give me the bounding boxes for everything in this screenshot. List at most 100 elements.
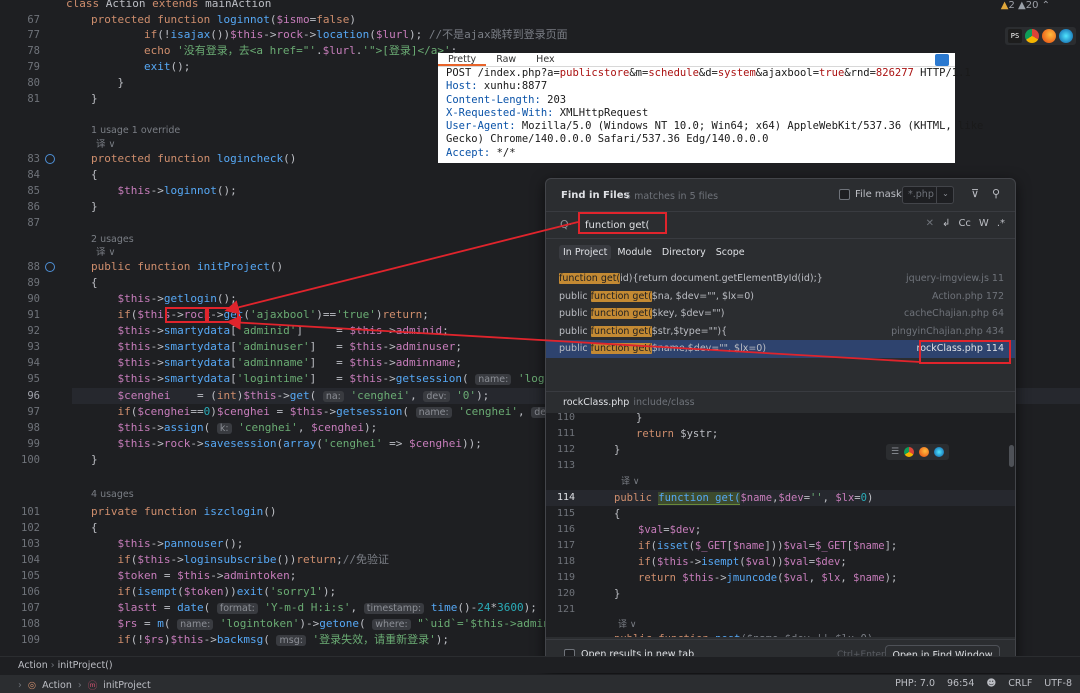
breadcrumb-class[interactable]: Action [18,660,48,671]
result-file-location[interactable]: jquery-imgview.js 11 [906,270,1004,288]
line-number: 109 [21,634,40,646]
line-number: 83 [27,153,40,165]
search-result-row[interactable]: public function get($na, $dev="", $lx=0)… [546,288,1015,306]
tab-hex[interactable]: Hex [526,53,564,66]
scope-tabs: In Project Module Directory Scope [559,245,749,260]
request-line: POST /index.php?a=publicstore&m=schedule… [446,67,971,79]
pin-icon[interactable]: ⚲ [992,187,1000,200]
usage-hint[interactable]: 1 usage 1 override [91,124,180,138]
preview-usage-hint: 译 ∨ [621,477,640,487]
result-file-location[interactable]: cacheChajian.php 64 [904,305,1004,323]
chevron-down-icon[interactable]: ⌄ [936,186,954,204]
usage-hint[interactable]: 2 usages [91,233,134,247]
reader-mode-icon[interactable]: ☰ [891,447,899,457]
code-line[interactable]: public function initProject() [91,259,283,275]
file-mask-toggle[interactable]: File mask: [839,189,905,200]
encoding-indicator[interactable]: UTF-8 [1044,678,1072,689]
line-number: 85 [27,185,40,197]
override-marker-icon[interactable] [45,262,55,272]
code-line[interactable]: $lastt = date( format: 'Y-m-d H:i:s', ti… [91,600,537,616]
search-result-row[interactable]: function get(id){return document.getElem… [546,270,1015,288]
code-line[interactable]: } [91,199,98,215]
tab-raw[interactable]: Raw [486,53,526,66]
code-preview[interactable]: 110} 111 return $ystr; 112} 113 译 ∨ 114 pu… [546,413,1015,637]
code-line[interactable]: $this->getlogin(); [91,291,237,307]
ide-window: class Action extends mainAction 67 protec… [0,0,1080,693]
github-icon[interactable]: ☻ [986,678,996,689]
clear-icon[interactable]: ✕ [926,218,934,229]
whole-word-toggle[interactable]: W [979,218,989,229]
preview-scrollbar[interactable] [1009,445,1014,467]
line-number: 100 [21,454,40,466]
code-line[interactable]: $cenghei = (int)$this->get( na: 'cenghei… [91,388,489,404]
search-result-row[interactable]: public function get($str,$type=""){pingy… [546,323,1015,341]
code-line[interactable]: $this->smartydata['adminname'] = $this->… [91,355,462,371]
code-line[interactable]: $this->smartydata['adminid'] = $this->ad… [91,323,449,339]
search-icon[interactable]: Q· [560,218,572,231]
code-line[interactable]: { [91,520,98,536]
usage-hint[interactable]: 4 usages [91,488,134,502]
code-line[interactable]: protected function logincheck() [91,151,296,167]
tab-scope[interactable]: Scope [712,245,749,260]
code-line[interactable]: if(isempt($token))exit('sorry1'); [91,584,337,600]
code-line[interactable]: protected function loginnot($ismo=false) [91,12,356,28]
code-line[interactable]: { [91,275,98,291]
code-line[interactable]: $rs = m( name: 'logintoken')->getone( wh… [91,616,616,632]
code-line[interactable]: exit(); [91,59,190,75]
code-line[interactable]: if(!isajax())$this->rock->location($lurl… [91,27,568,43]
eol-indicator[interactable]: CRLF [1008,678,1032,689]
breadcrumb: Action › initProject() [0,656,1080,673]
filter-icon[interactable]: ⊽ [971,187,979,200]
code-line[interactable]: if($this->rock->get('ajaxbool')=='true')… [91,307,429,323]
result-file-location[interactable]: pingyinChajian.php 434 [891,323,1004,341]
tab-module[interactable]: Module [613,245,656,260]
code-line[interactable]: } [91,452,98,468]
line-number: 97 [27,406,40,418]
regex-toggle[interactable]: .* [997,218,1005,229]
firefox-icon[interactable] [1042,29,1056,43]
code-line[interactable]: private function iszclogin() [91,504,276,520]
breadcrumb-method[interactable]: initProject() [58,660,113,671]
status-method[interactable]: initProject [103,680,151,691]
request-line: User-Agent: Mozilla/5.0 (Windows NT 10.0… [446,120,984,133]
code-line[interactable]: $this->loginnot(); [91,183,237,199]
edge-icon[interactable] [934,447,945,457]
usage-hint[interactable]: 译 ∨ [96,246,115,260]
result-file-location[interactable]: Action.php 172 [932,288,1004,306]
match-case-toggle[interactable]: Cc [958,218,970,229]
line-number: 101 [21,506,40,518]
code-line[interactable]: $this->pannouser(); [91,536,244,552]
line-number: 103 [21,538,40,550]
php-version[interactable]: PHP: 7.0 [895,678,935,689]
edge-icon[interactable] [1059,29,1073,43]
search-result-row[interactable]: public function get($key, $dev="") cacheC… [546,305,1015,323]
tab-pretty[interactable]: Pretty [438,53,487,66]
code-line[interactable]: } [91,91,98,107]
menu-icon[interactable] [935,54,949,66]
code-line[interactable]: } [91,75,124,91]
code-line[interactable]: $this->assign( k: 'cenghei', $cenghei); [91,420,377,436]
firefox-icon[interactable] [919,447,930,457]
status-class[interactable]: Action [42,680,72,691]
tab-in-project[interactable]: In Project [559,245,612,260]
inspection-widget[interactable]: ▲2 ▲20 ⌃ [1001,0,1050,11]
code-line[interactable]: $this->smartydata['logintime'] = $this->… [91,371,604,387]
usage-hint[interactable]: 译 ∨ [96,138,115,152]
cursor-position[interactable]: 96:54 [947,678,974,689]
code-line[interactable]: echo '没有登录，去<a href="'.$lurl.'">[登录]</a>… [91,43,457,59]
code-line[interactable]: if($this->loginsubscribe())return;//免验证 [91,552,389,568]
phpstorm-icon[interactable]: PS [1008,29,1022,43]
tab-directory[interactable]: Directory [658,245,710,260]
newline-icon[interactable]: ↲ [942,218,950,229]
line-number: 87 [27,217,40,229]
code-line[interactable]: $this->smartydata['adminuser'] = $this->… [91,339,462,355]
code-line[interactable]: { [91,167,98,183]
chrome-icon[interactable] [904,447,915,457]
chrome-icon[interactable] [1025,29,1039,43]
code-line[interactable]: $token = $this->admintoken; [91,568,297,584]
file-mask-checkbox[interactable] [839,189,850,200]
code-line[interactable]: $this->rock->savesession(array('cenghei'… [91,436,482,452]
code-line[interactable]: if($cenghei==0)$cenghei = $this->getsess… [91,404,597,420]
override-marker-icon[interactable] [45,154,55,164]
code-line[interactable]: if(!$rs)$this->backmsg( msg: '登录失效，请重新登录… [91,632,449,648]
